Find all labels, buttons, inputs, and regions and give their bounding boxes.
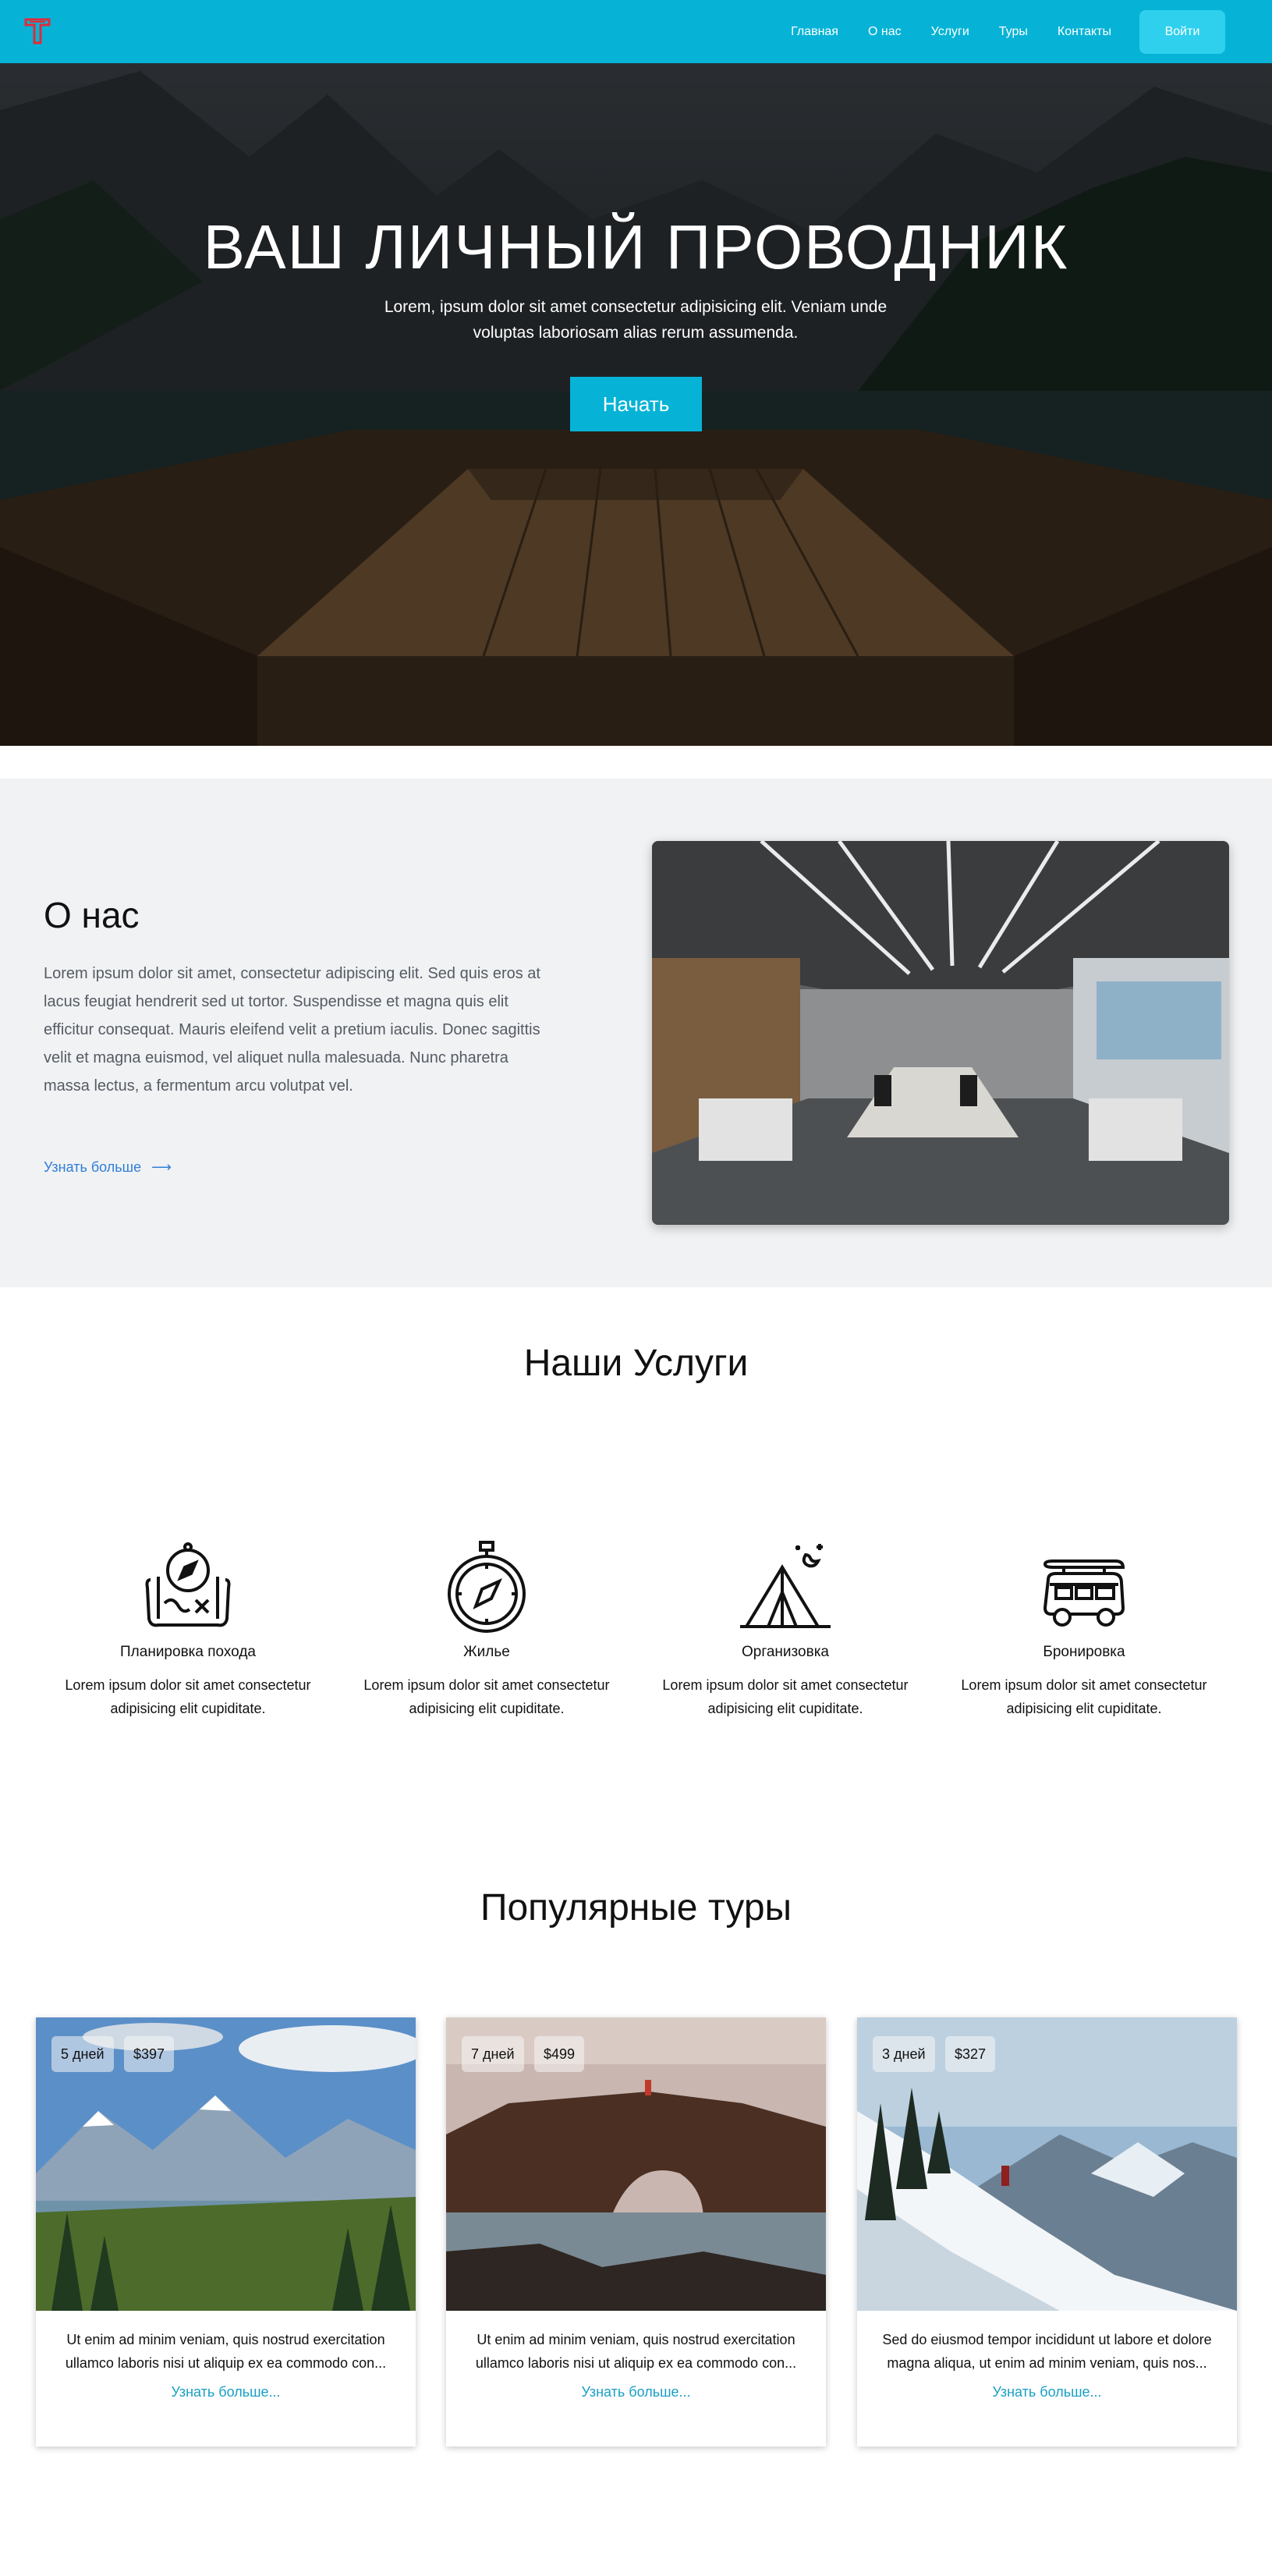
- service-name: Организовка: [742, 1644, 829, 1660]
- login-button[interactable]: Войти: [1139, 9, 1225, 54]
- service-description: Lorem ipsum dolor sit amet consectetur a…: [961, 1677, 1207, 1716]
- nav-about[interactable]: О нас: [868, 25, 902, 39]
- about-text: Lorem ipsum dolor sit amet, consectetur …: [44, 965, 540, 1095]
- nav-contacts[interactable]: Контакты: [1058, 25, 1111, 39]
- service-name: Планировка похода: [120, 1644, 256, 1660]
- main-nav: Главная О нас Услуги Туры Контакты Войти: [791, 0, 1255, 63]
- nav-home[interactable]: Главная: [791, 25, 838, 39]
- services-title: Наши Услуги: [523, 1343, 749, 1384]
- tour-duration-badge: 7 дней: [462, 2036, 524, 2072]
- nav-tours[interactable]: Туры: [999, 25, 1028, 39]
- start-button[interactable]: Начать: [570, 377, 702, 431]
- tour-price-badge: $327: [945, 2036, 996, 2072]
- tour-price-badge: $499: [534, 2036, 585, 2072]
- service-name: Бронировка: [1043, 1644, 1125, 1660]
- tour-card[interactable]: 7 дней $499 Ut enim ad minim veniam, qui…: [446, 2017, 826, 2446]
- tour-photo-sea-arch: 7 дней $499: [446, 2017, 826, 2311]
- tours-title: Популярные туры: [480, 1887, 792, 1928]
- about-section: О нас Lorem ipsum dolor sit amet, consec…: [0, 779, 1272, 1287]
- tent-icon: [740, 1544, 831, 1628]
- tour-duration-badge: 3 дней: [873, 2036, 935, 2072]
- camper-van-icon: [1043, 1559, 1125, 1627]
- compass-icon: [448, 1541, 526, 1633]
- tour-description: Ut enim ad minim veniam, quis nostrud ex…: [65, 2332, 387, 2371]
- tour-description: Ut enim ad minim veniam, quis nostrud ex…: [475, 2332, 797, 2371]
- about-title: О нас: [44, 895, 140, 935]
- hero-title: ВАШ ЛИЧНЫЙ ПРОВОДНИК: [203, 212, 1069, 282]
- tour-card[interactable]: 3 дней $327 Sed do eiusmod tempor incidi…: [857, 2017, 1237, 2446]
- service-description: Lorem ipsum dolor sit amet consectetur a…: [65, 1677, 311, 1716]
- tour-learn-more-link[interactable]: Узнать больше...: [857, 2384, 1237, 2400]
- tour-photo-snow-ridge: 3 дней $327: [857, 2017, 1237, 2311]
- logo-icon[interactable]: [23, 17, 51, 45]
- tour-price-badge: $397: [124, 2036, 175, 2072]
- arrow-right-icon: ⟶: [151, 1159, 172, 1175]
- about-learn-more-link[interactable]: Узнать больше ⟶: [44, 1159, 172, 1176]
- service-organization: Организовка Lorem ipsum dolor sit amet c…: [653, 1541, 918, 1720]
- service-trip-planning: Планировка похода Lorem ipsum dolor sit …: [55, 1541, 321, 1720]
- office-photo: [652, 841, 1229, 1225]
- hero-subtitle: Lorem, ipsum dolor sit amet consectetur …: [384, 298, 888, 342]
- tour-description: Sed do eiusmod tempor incididunt ut labo…: [882, 2332, 1212, 2371]
- nav-services[interactable]: Услуги: [931, 25, 969, 39]
- site-header: Главная О нас Услуги Туры Контакты Войти: [0, 0, 1272, 63]
- service-accommodation: Жилье Lorem ipsum dolor sit amet consect…: [354, 1541, 619, 1720]
- service-description: Lorem ipsum dolor sit amet consectetur a…: [363, 1677, 610, 1716]
- tour-duration-badge: 5 дней: [51, 2036, 114, 2072]
- tour-learn-more-link[interactable]: Узнать больше...: [446, 2384, 826, 2400]
- tour-card[interactable]: 5 дней $397 Ut enim ad minim veniam, qui…: [36, 2017, 416, 2446]
- hero-section: ВАШ ЛИЧНЫЙ ПРОВОДНИК Lorem, ipsum dolor …: [0, 63, 1272, 746]
- service-description: Lorem ipsum dolor sit amet consectetur a…: [662, 1677, 909, 1716]
- map-compass-icon: [145, 1542, 231, 1627]
- about-link-label: Узнать больше: [44, 1159, 142, 1175]
- service-name: Жилье: [463, 1644, 510, 1660]
- tour-photo-mountains: 5 дней $397: [36, 2017, 416, 2311]
- service-booking: Бронировка Lorem ipsum dolor sit amet co…: [951, 1541, 1217, 1720]
- tour-learn-more-link[interactable]: Узнать больше...: [36, 2384, 416, 2400]
